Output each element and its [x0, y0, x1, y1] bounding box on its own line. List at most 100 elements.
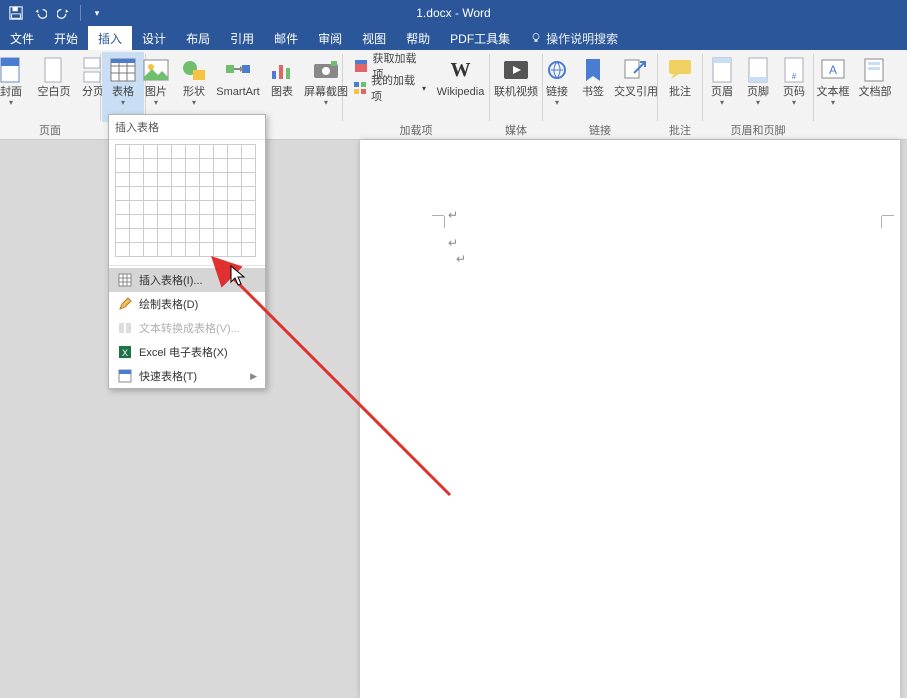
smartart-button[interactable]: SmartArt — [214, 52, 262, 122]
pictures-button[interactable]: 图片 ▾ — [138, 52, 174, 122]
insert-table-label: 插入表格(I)... — [139, 272, 203, 288]
convert-text-menu-item: 文本转换成表格(V)... — [109, 316, 265, 340]
group-media: 联机视频 媒体 — [490, 50, 542, 139]
insert-table-icon — [117, 272, 133, 288]
quick-tables-label: 快速表格(T) — [139, 368, 197, 384]
window-title: 1.docx - Word — [416, 6, 490, 20]
crossref-label: 交叉引用 — [614, 86, 658, 98]
excel-spreadsheet-menu-item[interactable]: X Excel 电子表格(X) — [109, 340, 265, 364]
my-addins-button[interactable]: 我的加载项 ▾ — [347, 78, 432, 98]
pagenum-button[interactable]: # 页码 ▾ — [777, 52, 811, 122]
link-icon — [543, 56, 571, 84]
undo-button[interactable] — [30, 3, 50, 23]
footer-icon — [744, 56, 772, 84]
video-icon — [502, 56, 530, 84]
redo-button[interactable] — [54, 3, 74, 23]
tell-me-search[interactable]: 操作说明搜索 — [520, 26, 628, 50]
excel-icon: X — [117, 344, 133, 360]
margin-corner-tr — [876, 198, 894, 216]
tab-file[interactable]: 文件 — [0, 26, 44, 50]
cover-page-icon — [0, 56, 25, 84]
quick-tables-menu-item[interactable]: 快速表格(T) ▶ — [109, 364, 265, 388]
bookmark-button[interactable]: 书签 — [576, 52, 610, 122]
table-label: 表格 — [112, 86, 134, 98]
online-video-label: 联机视频 — [494, 86, 538, 98]
wikipedia-button[interactable]: W Wikipedia — [436, 52, 485, 122]
textbox-icon: A — [819, 56, 847, 84]
excel-label: Excel 电子表格(X) — [139, 344, 228, 360]
group-media-label: 媒体 — [490, 121, 542, 139]
chart-label: 图表 — [271, 86, 293, 98]
dropdown-title: 插入表格 — [109, 115, 265, 140]
chart-button[interactable]: 图表 — [264, 52, 300, 122]
pictures-icon — [142, 56, 170, 84]
tab-design[interactable]: 设计 — [132, 26, 176, 50]
quickparts-icon — [861, 56, 889, 84]
tab-mailings[interactable]: 邮件 — [264, 26, 308, 50]
link-label: 链接 — [546, 86, 568, 98]
group-addins: 获取加载项 我的加载项 ▾ W Wikipedia 加载项 — [343, 50, 489, 139]
header-icon — [708, 56, 736, 84]
save-button[interactable] — [6, 3, 26, 23]
tab-references[interactable]: 引用 — [220, 26, 264, 50]
wikipedia-label: Wikipedia — [437, 86, 485, 98]
my-addins-label: 我的加载项 — [371, 72, 416, 104]
tab-layout[interactable]: 布局 — [176, 26, 220, 50]
online-video-button[interactable]: 联机视频 — [491, 52, 541, 122]
ribbon-tabs: 文件 开始 插入 设计 布局 引用 邮件 审阅 视图 帮助 PDF工具集 操作说… — [0, 26, 907, 50]
footer-label: 页脚 — [747, 86, 769, 98]
shapes-label: 形状 — [183, 86, 205, 98]
qat-customize-button[interactable]: ▾ — [87, 3, 107, 23]
quickparts-button[interactable]: 文档部 — [855, 52, 895, 122]
bookmark-label: 书签 — [582, 86, 604, 98]
group-headerfooter-label: 页眉和页脚 — [703, 121, 813, 139]
tab-view[interactable]: 视图 — [352, 26, 396, 50]
footer-button[interactable]: 页脚 ▾ — [741, 52, 775, 122]
crossref-button[interactable]: 交叉引用 — [612, 52, 660, 122]
bulb-icon — [530, 32, 542, 44]
crossref-icon — [622, 56, 650, 84]
tab-home[interactable]: 开始 — [44, 26, 88, 50]
submenu-arrow-icon: ▶ — [250, 371, 257, 382]
group-links: 链接 ▾ 书签 交叉引用 链接 — [543, 50, 657, 139]
chart-icon — [268, 56, 296, 84]
tell-me-label: 操作说明搜索 — [546, 30, 618, 47]
insert-table-menu-item[interactable]: 插入表格(I)... — [109, 268, 265, 292]
textbox-button[interactable]: A 文本框 ▾ — [813, 52, 853, 122]
paragraph-mark: ↵ — [456, 252, 466, 266]
draw-table-label: 绘制表格(D) — [139, 296, 198, 312]
svg-text:A: A — [829, 63, 837, 77]
document-page[interactable]: ↵ ↵ ↵ — [360, 140, 900, 698]
link-button[interactable]: 链接 ▾ — [540, 52, 574, 122]
header-button[interactable]: 页眉 ▾ — [705, 52, 739, 122]
comment-button[interactable]: 批注 — [660, 52, 700, 122]
addins-icon — [353, 80, 367, 96]
cover-page-button[interactable]: 封面 ▾ — [0, 52, 32, 122]
shapes-button[interactable]: 形状 ▾ — [176, 52, 212, 122]
screenshot-icon — [312, 56, 340, 84]
header-label: 页眉 — [711, 86, 733, 98]
draw-table-menu-item[interactable]: 绘制表格(D) — [109, 292, 265, 316]
group-pages: 封面 ▾ 空白页 分页 页面 — [0, 50, 100, 139]
tab-review[interactable]: 审阅 — [308, 26, 352, 50]
tab-insert[interactable]: 插入 — [88, 26, 132, 50]
table-icon — [109, 56, 137, 84]
bookmark-icon — [579, 56, 607, 84]
blank-page-button[interactable]: 空白页 — [34, 52, 74, 122]
shapes-icon — [180, 56, 208, 84]
tab-help[interactable]: 帮助 — [396, 26, 440, 50]
store-icon — [353, 58, 369, 74]
group-pages-label: 页面 — [0, 121, 100, 139]
quick-access-toolbar: ▾ — [0, 3, 107, 23]
convert-text-label: 文本转换成表格(V)... — [139, 320, 240, 336]
group-comments: 批注 批注 — [658, 50, 702, 139]
group-comments-label: 批注 — [658, 121, 702, 139]
pagenum-icon: # — [780, 56, 808, 84]
table-grid-picker[interactable] — [109, 140, 265, 263]
quickparts-label: 文档部 — [859, 86, 892, 98]
paragraph-mark: ↵ — [448, 208, 458, 222]
tab-pdf[interactable]: PDF工具集 — [440, 26, 520, 50]
group-links-label: 链接 — [543, 121, 657, 139]
comment-icon — [666, 56, 694, 84]
svg-text:#: # — [792, 72, 797, 81]
